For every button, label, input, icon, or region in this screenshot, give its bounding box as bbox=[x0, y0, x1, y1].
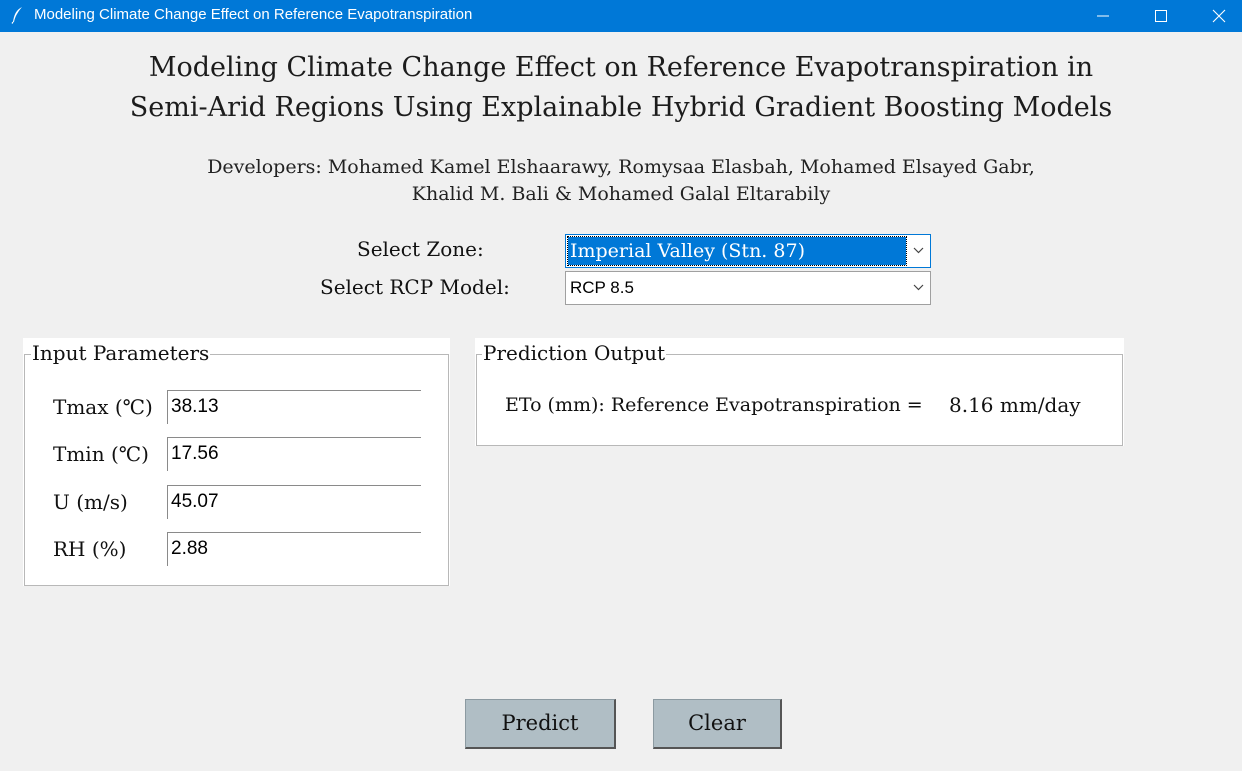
clear-button[interactable]: Clear bbox=[653, 699, 782, 749]
predict-button[interactable]: Predict bbox=[465, 699, 616, 749]
page-title-line1: Modeling Climate Change Effect on Refere… bbox=[148, 52, 1094, 83]
tmax-input[interactable]: 38.13 bbox=[167, 390, 421, 424]
wind-speed-input[interactable]: 45.07 bbox=[167, 485, 421, 519]
rcp-select[interactable]: RCP 8.5 bbox=[565, 271, 931, 305]
chevron-down-icon[interactable] bbox=[913, 284, 924, 291]
rcp-select-value: RCP 8.5 bbox=[570, 278, 634, 297]
eto-label: ETo (mm): Reference Evapotranspiration = bbox=[505, 394, 923, 416]
zone-select-value: Imperial Valley (Stn. 87) bbox=[567, 236, 907, 266]
close-button[interactable] bbox=[1196, 0, 1242, 32]
rcp-label: Select RCP Model: bbox=[320, 275, 510, 299]
feather-icon bbox=[10, 6, 26, 24]
minimize-icon bbox=[1097, 15, 1109, 17]
developers-credit: Developers: Mohamed Kamel Elshaarawy, Ro… bbox=[0, 154, 1242, 208]
page-title: Modeling Climate Change Effect on Refere… bbox=[0, 48, 1242, 128]
maximize-icon bbox=[1155, 10, 1167, 22]
zone-label: Select Zone: bbox=[357, 237, 484, 261]
chevron-down-icon[interactable] bbox=[913, 247, 924, 254]
humidity-input[interactable]: 2.88 bbox=[167, 532, 421, 566]
tmin-input[interactable]: 17.56 bbox=[167, 437, 421, 471]
close-icon bbox=[1212, 9, 1226, 23]
humidity-label: RH (%) bbox=[53, 537, 127, 561]
eto-value: 8.16 mm/day bbox=[949, 393, 1081, 417]
maximize-button[interactable] bbox=[1138, 0, 1184, 32]
window-title: Modeling Climate Change Effect on Refere… bbox=[34, 6, 473, 23]
page-title-line2: Semi-Arid Regions Using Explainable Hybr… bbox=[129, 92, 1113, 123]
minimize-button[interactable] bbox=[1080, 0, 1126, 32]
prediction-output-legend: Prediction Output bbox=[482, 341, 667, 365]
window-titlebar[interactable]: Modeling Climate Change Effect on Refere… bbox=[0, 0, 1242, 32]
wind-speed-label: U (m/s) bbox=[53, 490, 128, 514]
zone-select[interactable]: Imperial Valley (Stn. 87) bbox=[565, 234, 931, 268]
tmin-label: Tmin (℃) bbox=[53, 442, 149, 466]
developers-line2: Khalid M. Bali & Mohamed Galal Eltarabil… bbox=[411, 183, 831, 205]
input-parameters-panel: Input Parameters Tmax (℃) 38.13 Tmin (℃)… bbox=[23, 338, 450, 586]
input-parameters-legend: Input Parameters bbox=[31, 341, 211, 365]
tmax-label: Tmax (℃) bbox=[53, 395, 153, 419]
developers-line1: Developers: Mohamed Kamel Elshaarawy, Ro… bbox=[207, 156, 1035, 178]
prediction-output-panel: Prediction Output ETo (mm): Reference Ev… bbox=[475, 338, 1124, 446]
